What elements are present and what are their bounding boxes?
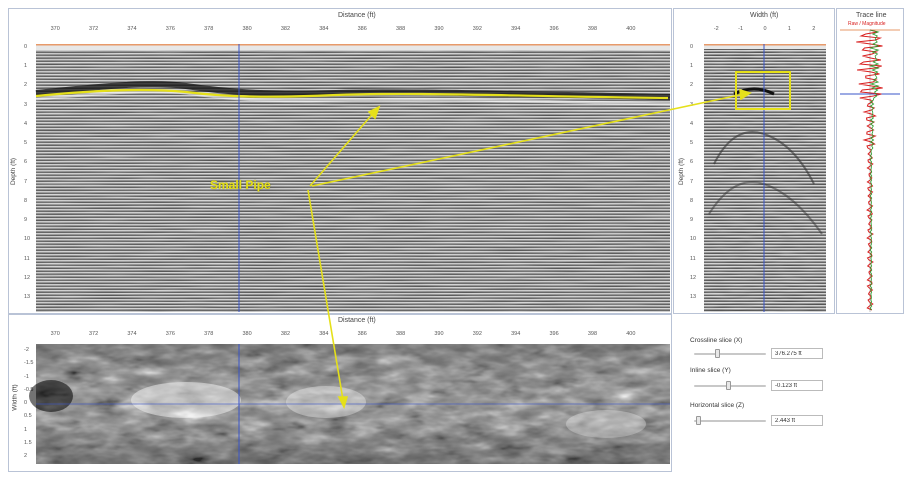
- inline-slice-slider-thumb[interactable]: [725, 381, 731, 390]
- inline-slice-input[interactable]: [771, 380, 823, 391]
- crossline-slice-slider-thumb[interactable]: [715, 349, 721, 358]
- horizontal-slice-slider[interactable]: [694, 420, 766, 422]
- crossline-slice-slider[interactable]: [694, 353, 766, 355]
- horizontal-slice-slider-thumb[interactable]: [695, 416, 701, 425]
- horizontal-slice-label: Horizontal slice (Z): [690, 402, 745, 409]
- horizontal-slice-input[interactable]: [771, 415, 823, 426]
- crossline-slice-label: Crossline slice (X): [690, 337, 743, 344]
- annotation-arrows: [307, 88, 752, 410]
- crossline-slice-input[interactable]: [771, 348, 823, 359]
- inline-slice-label: Inline slice (Y): [690, 367, 731, 374]
